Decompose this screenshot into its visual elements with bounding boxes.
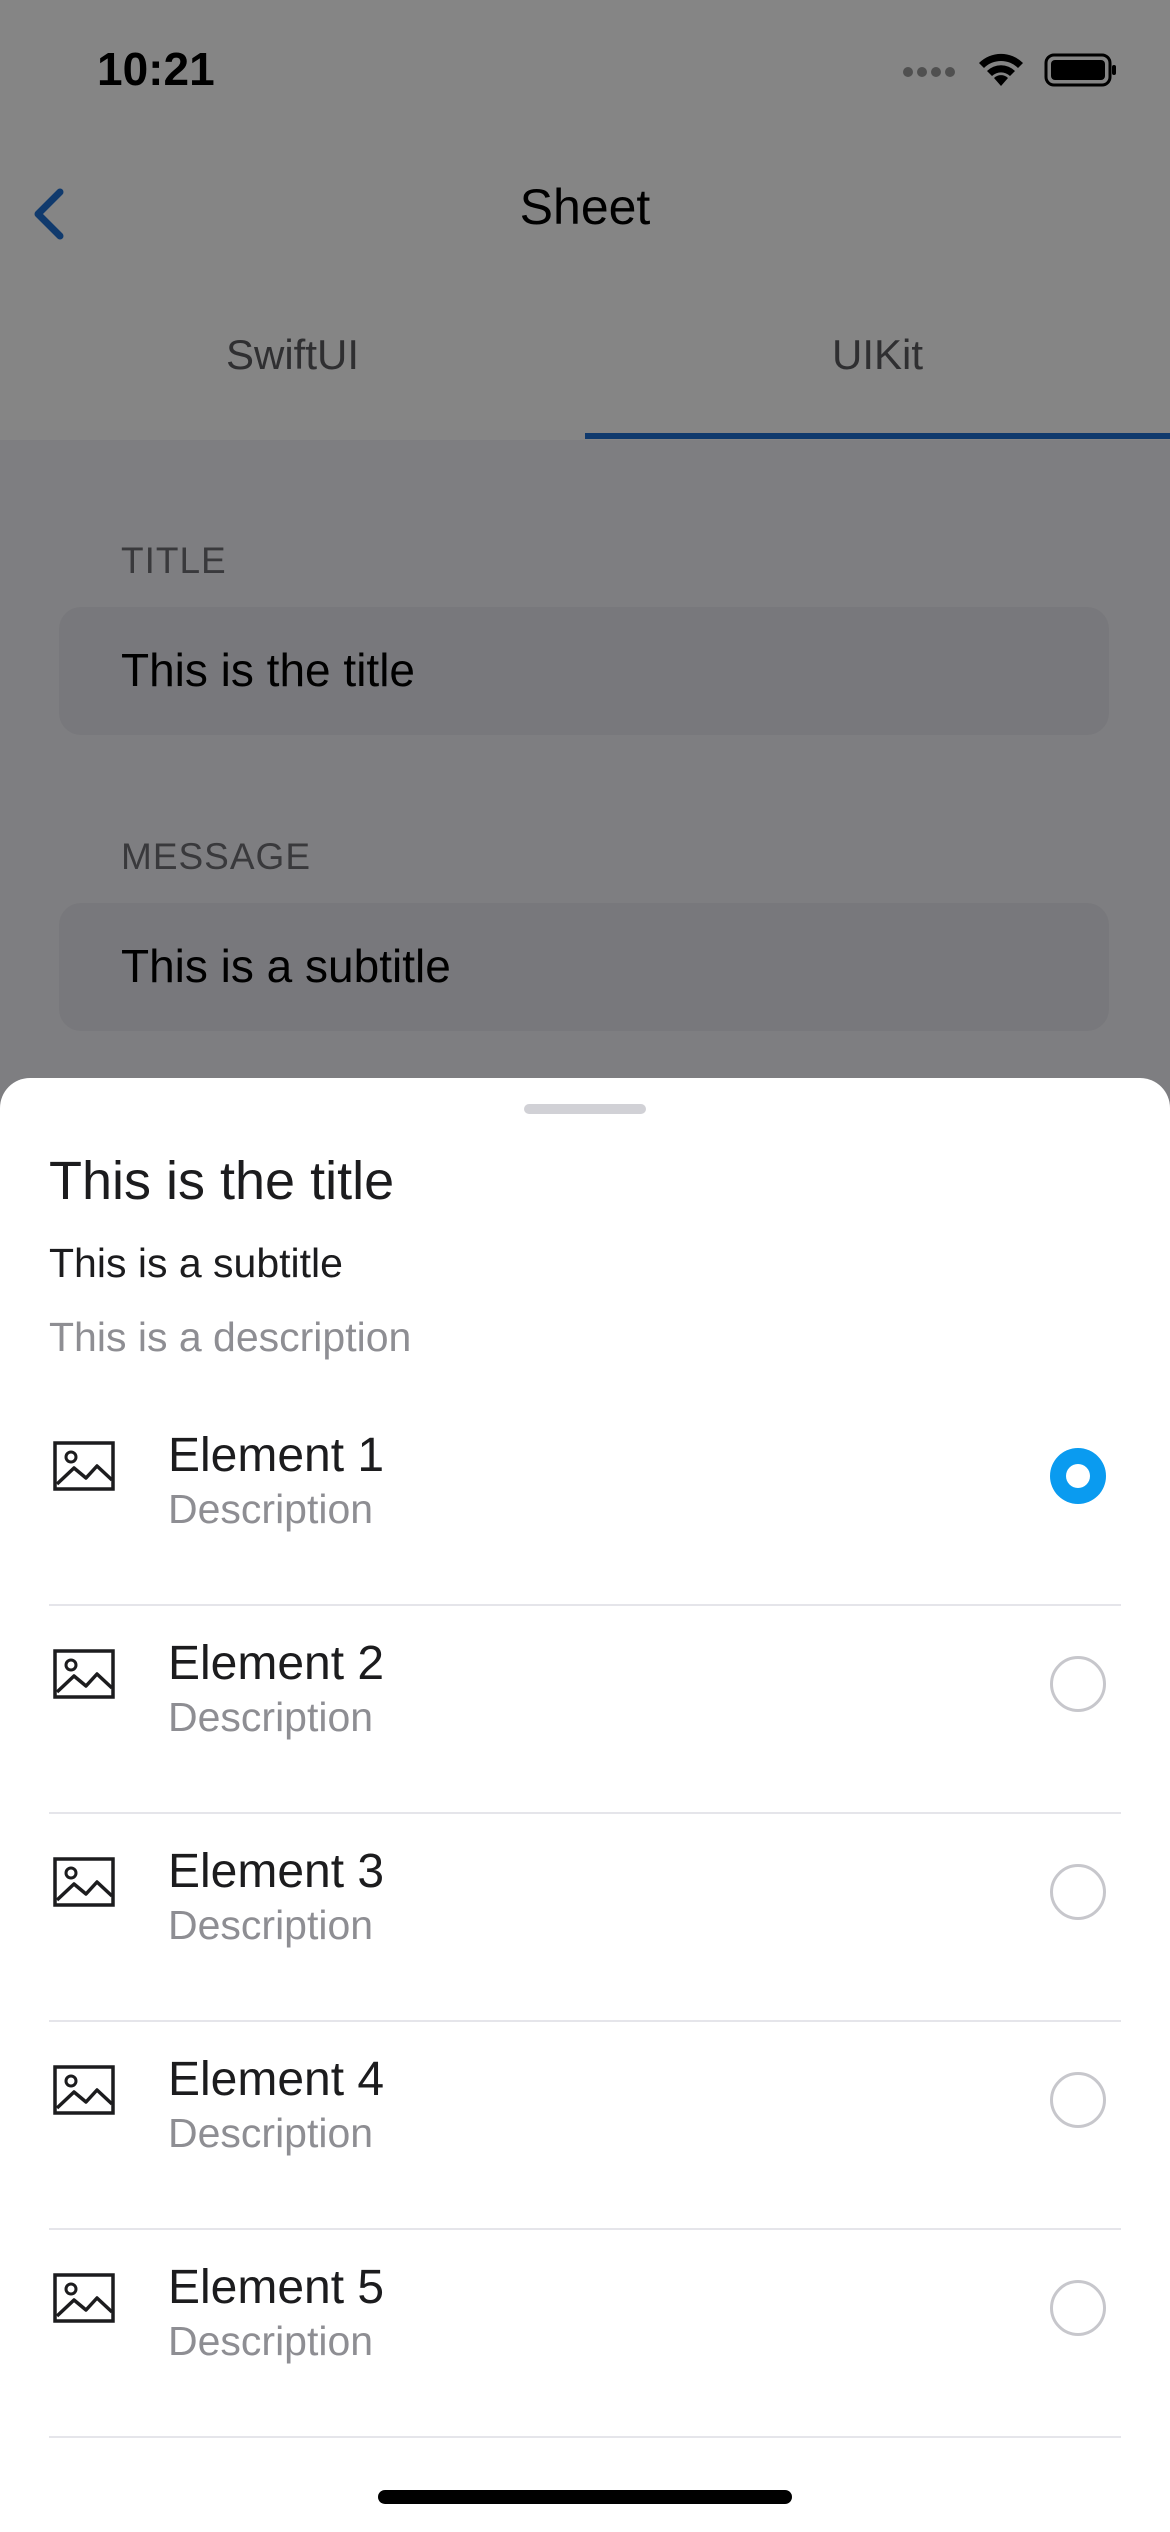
element-list: Element 1 Description Element 2 Descript… [0,1398,1170,2438]
sheet-description: This is a description [49,1314,412,1360]
image-icon [53,1441,115,1491]
list-item-description: Description [168,1902,374,1948]
image-icon [53,1857,115,1907]
image-icon [53,2273,115,2323]
sheet-title: This is the title [49,1151,395,1211]
list-item-description: Description [168,2110,374,2156]
image-icon [53,1649,115,1699]
list-item-title: Element 4 [168,2053,385,2106]
radio-button[interactable] [1050,2280,1106,2336]
radio-button-selected[interactable] [1050,1448,1106,1504]
list-item-title: Element 1 [168,1429,385,1482]
radio-button[interactable] [1050,1656,1106,1712]
list-item[interactable]: Element 2 Description [0,1606,1170,1814]
radio-button[interactable] [1050,1864,1106,1920]
screen: 10:21 Sheet SwiftUI UIKit TITLE This is … [0,0,1170,2532]
list-item-description: Description [168,1486,374,1532]
list-item-title: Element 3 [168,1845,385,1898]
list-item-title: Element 5 [168,2261,385,2314]
list-item-title: Element 2 [168,1637,385,1690]
home-indicator[interactable] [378,2490,792,2504]
list-item[interactable]: Element 4 Description [0,2022,1170,2230]
list-item[interactable]: Element 3 Description [0,1814,1170,2022]
image-icon [53,2065,115,2115]
sheet-grabber[interactable] [524,1104,646,1114]
radio-button[interactable] [1050,2072,1106,2128]
list-item[interactable]: Element 5 Description [0,2230,1170,2438]
list-item-description: Description [168,2318,374,2364]
list-item[interactable]: Element 1 Description [0,1398,1170,1606]
list-item-description: Description [168,1694,374,1740]
divider [49,2436,1121,2438]
bottom-sheet: This is the title This is a subtitle Thi… [0,1078,1170,2532]
sheet-subtitle: This is a subtitle [49,1240,343,1286]
